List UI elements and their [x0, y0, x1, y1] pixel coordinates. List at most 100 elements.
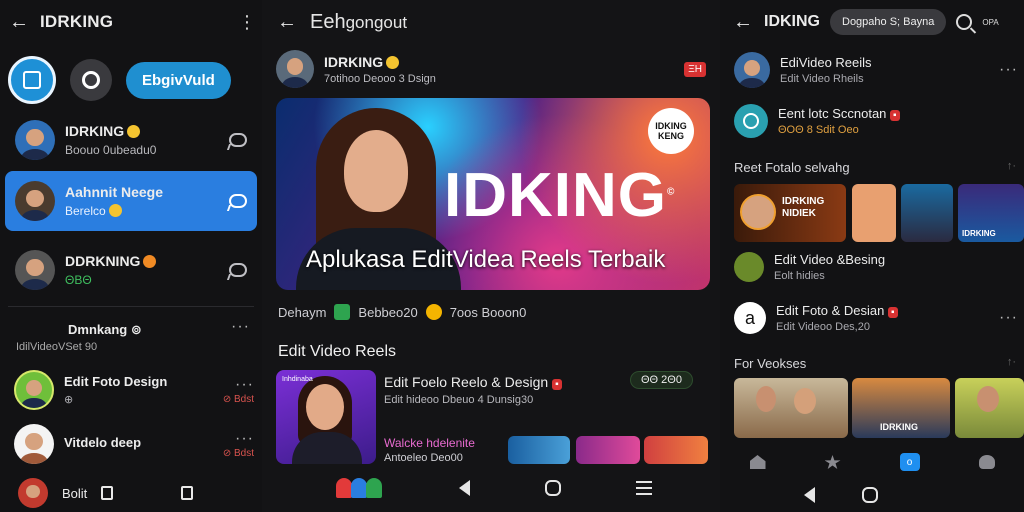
- section-title: Dmnkang ⊚: [68, 322, 142, 337]
- mini-thumbnail[interactable]: [576, 436, 640, 464]
- recent-apps-icon[interactable]: [101, 486, 114, 500]
- more-dots-icon[interactable]: ···: [223, 376, 254, 394]
- item-subtitle: Edit Video Rheils: [780, 73, 864, 85]
- avatar: [15, 120, 55, 160]
- primary-pill-button[interactable]: EbgivVuld: [126, 61, 231, 99]
- item-subtitle: Eolt hidies: [774, 270, 825, 282]
- badge-icon: ▪: [552, 379, 562, 390]
- nav-home-icon[interactable]: [861, 487, 878, 503]
- thumbnail[interactable]: [901, 184, 953, 242]
- item-subtitle: ⊕: [64, 394, 74, 406]
- tablet-icon[interactable]: [181, 486, 194, 500]
- chat-item-active[interactable]: Aahnnit Neege Berelco: [5, 171, 257, 231]
- list-item[interactable]: Eent lotc Sccnotan ▪ ΘΟΘ 8 Sdit Oeo: [734, 104, 1018, 138]
- section-arrow-icon[interactable]: ↑·: [1007, 356, 1016, 371]
- bottom-bar: Bolit: [0, 474, 262, 512]
- emoji-icon: [386, 55, 400, 69]
- camera-story-button[interactable]: [70, 59, 112, 101]
- system-nav-bar: [262, 464, 720, 512]
- item-title: EdiVideo Reeils: [780, 55, 872, 70]
- like-icon[interactable]: [334, 304, 351, 320]
- avatar: a: [734, 302, 766, 334]
- avatar: [14, 370, 54, 410]
- list-item[interactable]: Edit Video &Besing Eolt hidies: [734, 252, 1018, 282]
- chat-item[interactable]: IDRKING Boouo 0ubeadu0: [5, 110, 257, 170]
- item-subtitle: Edit Videoo Des,20: [776, 321, 870, 333]
- thumbnail[interactable]: [852, 184, 896, 242]
- brand-logo: IDKING KENG: [648, 108, 694, 154]
- hero-banner[interactable]: IDKING© Aplukasa EditVidea Reels Terbaik…: [276, 98, 710, 290]
- list-item[interactable]: Vitdelo deep ··· ⊘ Bdst: [14, 424, 254, 464]
- thumbnail[interactable]: [734, 378, 848, 438]
- section-header: Reet Fotalo selvahg ↑·: [734, 160, 1016, 175]
- profile-tab-icon[interactable]: [978, 455, 995, 469]
- post-topbar: ← Eehgongout: [262, 0, 720, 44]
- search-icon[interactable]: [956, 14, 973, 30]
- filter-chip[interactable]: Dogpaho S; Bayna: [830, 9, 947, 35]
- thumbnail[interactable]: [955, 378, 1024, 438]
- divider: [8, 306, 254, 307]
- more-options-icon[interactable]: ⋮: [238, 12, 256, 33]
- nav-home-icon[interactable]: [545, 480, 562, 496]
- reel-subtitle: Edit hideoo Dbeuo 4 Dunsig30: [384, 394, 534, 406]
- nav-back-icon[interactable]: [803, 487, 815, 503]
- more-dots-icon[interactable]: ···: [999, 61, 1018, 79]
- app-logo-icon[interactable]: [335, 476, 384, 500]
- reels-tab-icon[interactable]: o: [899, 453, 920, 471]
- author-row[interactable]: IDRKING 7otihoo Deooo 3 Dsign ΞΗ: [262, 44, 720, 94]
- avatar: [18, 478, 48, 508]
- favorites-tab-icon[interactable]: [824, 455, 841, 469]
- back-arrow-icon[interactable]: ←: [732, 11, 754, 34]
- section-subtitle: IdilVideoVSet 90: [16, 341, 98, 353]
- thumbnail[interactable]: IDRKING: [958, 184, 1024, 242]
- emoji-icon: [127, 125, 141, 138]
- more-dots-icon[interactable]: ···: [223, 430, 254, 448]
- mini-thumbnail[interactable]: [508, 436, 570, 464]
- mini-thumbnail[interactable]: [644, 436, 708, 464]
- back-arrow-icon[interactable]: ←: [276, 11, 298, 34]
- hero-brand-text: IDKING©: [444, 161, 676, 230]
- author-name: IDRKING: [324, 53, 384, 70]
- system-nav-bar: [720, 478, 1024, 512]
- chat-bubble-icon[interactable]: [229, 263, 247, 277]
- reactions-count: 7oos Booon0: [449, 304, 527, 320]
- chat-preview: Boouo 0ubeadu0: [65, 143, 157, 157]
- page-title-suffix: gongout: [345, 12, 408, 32]
- reel-title: Edit Foelo Reelo & Design: [384, 374, 549, 390]
- chat-name: DDRKNING: [65, 253, 141, 269]
- thumbnail[interactable]: IDRKING NIDIEK: [734, 184, 846, 242]
- list-item[interactable]: EdiVideo Reeils Edit Video Rheils ···: [734, 52, 1018, 88]
- list-item[interactable]: Edit Foto Design ⊕ ··· ⊘ Bdst: [14, 370, 254, 410]
- emoji-react-icon[interactable]: [425, 304, 442, 320]
- post-detail-panel: ← Eehgongout IDRKING 7otihoo Deooo 3 Dsi…: [262, 0, 720, 512]
- stats-label: Dehaym: [278, 304, 327, 320]
- chat-bubble-icon[interactable]: [229, 194, 247, 208]
- stories-row: EbgivVuld: [0, 44, 262, 108]
- my-story-avatar[interactable]: [8, 56, 56, 104]
- nav-recents-icon[interactable]: [636, 481, 653, 495]
- channel-panel: ← IDKING Dogpaho S; Bayna OPA EdiVideo R…: [720, 0, 1024, 512]
- thumb-tag: Inhdinaba: [282, 376, 313, 383]
- section-header: For Veokses ↑·: [734, 356, 1016, 371]
- home-tab-icon[interactable]: [749, 455, 766, 469]
- item-tag: ⊘ Bdst: [222, 393, 254, 405]
- item-title: Edit Foto Design: [64, 374, 168, 389]
- reel-thumbnail[interactable]: Inhdinaba: [276, 370, 376, 464]
- watch-title: Walcke hdelenite: [384, 436, 475, 450]
- thumbnail[interactable]: IDRKING: [852, 378, 950, 438]
- chat-name: IDRKING: [65, 123, 125, 139]
- avatar: [734, 104, 768, 138]
- section-arrow-icon[interactable]: ↑·: [1007, 160, 1016, 175]
- chat-item[interactable]: DDRKNING ΘΒΘ: [5, 240, 257, 300]
- bottom-label: Bolit: [62, 485, 88, 501]
- back-arrow-icon[interactable]: ←: [8, 11, 30, 34]
- list-item[interactable]: a Edit Foto & Desian ▪ Edit Videoo Des,2…: [734, 302, 1018, 334]
- chat-bubble-icon[interactable]: [229, 133, 247, 147]
- nav-back-icon[interactable]: [458, 480, 470, 496]
- more-dots-icon[interactable]: ···: [231, 318, 250, 336]
- section-title: Reet Fotalo selvahg: [734, 160, 850, 175]
- chat-preview: Berelco: [65, 204, 106, 218]
- avatar: [734, 252, 764, 282]
- app-title: IDRKING: [40, 12, 114, 31]
- more-dots-icon[interactable]: ···: [999, 309, 1018, 327]
